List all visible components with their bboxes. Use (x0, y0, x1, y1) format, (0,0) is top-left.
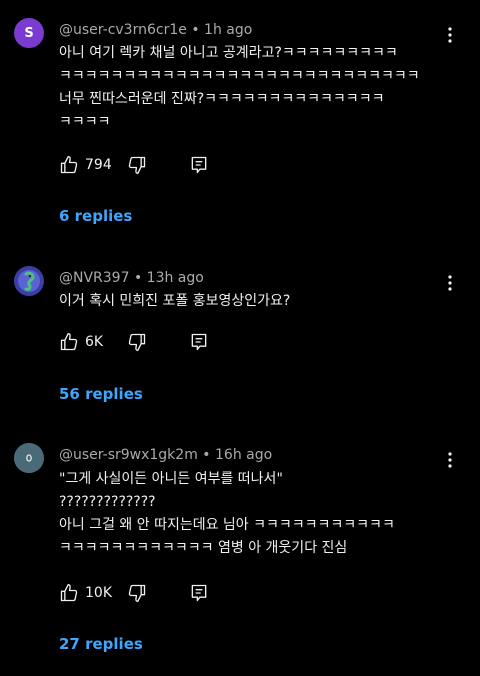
thumbs-down-icon (128, 584, 146, 602)
more-vert-icon (448, 275, 452, 291)
comment-reply-icon (191, 584, 207, 602)
view-replies-button[interactable]: 6 replies (59, 207, 132, 225)
meta-separator: • (133, 270, 147, 286)
timestamp[interactable]: 16h ago (215, 447, 272, 463)
comment-line: ????????????? (59, 494, 156, 510)
default-avatar-icon (14, 443, 44, 473)
like-button[interactable]: 10K (59, 583, 127, 603)
avatar[interactable] (14, 266, 44, 296)
more-vert-icon (448, 452, 452, 468)
like-button[interactable]: 6K (59, 332, 127, 352)
thumbs-up-icon (60, 333, 78, 351)
comment-line: 너무 찐따스러운데 진짜?ㅋㅋㅋㅋㅋㅋㅋㅋㅋㅋㅋㅋㅋㅋ (59, 91, 385, 107)
dislike-button[interactable] (127, 332, 189, 352)
comment-meta: @user-cv3rn6cr1e • 1h ago (59, 21, 252, 39)
thumbs-down-icon (128, 333, 146, 351)
more-vert-icon (448, 27, 452, 43)
comment-meta: @NVR397 • 13h ago (59, 269, 204, 287)
reply-button[interactable] (189, 155, 209, 175)
meta-separator: • (202, 447, 216, 463)
thumbs-down-icon (128, 156, 146, 174)
like-count: 6K (85, 334, 104, 350)
comment-line: ㅋㅋㅋㅋ (59, 114, 111, 130)
comment-actions: 794 (59, 153, 209, 177)
view-replies-button[interactable]: 56 replies (59, 385, 143, 403)
seahorse-avatar-icon (14, 266, 44, 296)
more-options-button[interactable] (440, 450, 460, 470)
timestamp[interactable]: 13h ago (147, 270, 204, 286)
timestamp[interactable]: 1h ago (204, 22, 252, 38)
reply-button[interactable] (189, 332, 209, 352)
comment-reply-icon (191, 333, 207, 351)
comment-actions: 6K (59, 330, 209, 354)
comment-text: 아니 여기 렉카 채널 아니고 공계라고?ㅋㅋㅋㅋㅋㅋㅋㅋㅋ ㅋㅋㅋㅋㅋㅋㅋㅋㅋ… (59, 42, 454, 134)
view-replies-button[interactable]: 27 replies (59, 635, 143, 653)
comment-actions: 10K (59, 581, 209, 605)
like-count: 10K (85, 585, 112, 601)
comment-line: "그게 사실이든 아니든 여부를 떠나서" (59, 471, 283, 487)
thumbs-up-icon (60, 584, 78, 602)
avatar[interactable]: S (14, 18, 44, 48)
author-name[interactable]: @NVR397 (59, 270, 130, 286)
thumbs-up-icon (60, 156, 78, 174)
meta-separator: • (191, 22, 205, 38)
comment-text: 이거 혹시 민희진 포폴 홍보영상인가요? (59, 290, 454, 313)
comment-line: 이거 혹시 민희진 포폴 홍보영상인가요? (59, 293, 291, 309)
comment-line: 아니 여기 렉카 채널 아니고 공계라고?ㅋㅋㅋㅋㅋㅋㅋㅋㅋ (59, 45, 398, 61)
author-name[interactable]: @user-sr9wx1gk2m (59, 447, 198, 463)
avatar[interactable] (14, 443, 44, 473)
like-button[interactable]: 794 (59, 155, 127, 175)
avatar-letter: S (24, 25, 34, 41)
dislike-button[interactable] (127, 155, 189, 175)
comment-meta: @user-sr9wx1gk2m • 16h ago (59, 446, 272, 464)
dislike-button[interactable] (127, 583, 189, 603)
comment-line: ㅋㅋㅋㅋㅋㅋㅋㅋㅋㅋㅋㅋㅋㅋㅋㅋㅋㅋㅋㅋㅋㅋㅋㅋㅋㅋㅋㅋ (59, 68, 420, 84)
reply-button[interactable] (189, 583, 209, 603)
like-count: 794 (85, 157, 112, 173)
comment-line: ㅋㅋㅋㅋㅋㅋㅋㅋㅋㅋㅋㅋ 염병 아 개웃기다 진심 (59, 540, 348, 556)
comment-reply-icon (191, 156, 207, 174)
author-name[interactable]: @user-cv3rn6cr1e (59, 22, 187, 38)
comment-line: 아니 그걸 왜 안 따지는데요 님아 ㅋㅋㅋㅋㅋㅋㅋㅋㅋㅋㅋ (59, 517, 395, 533)
comment-text: "그게 사실이든 아니든 여부를 떠나서" ????????????? 아니 그… (59, 468, 454, 560)
